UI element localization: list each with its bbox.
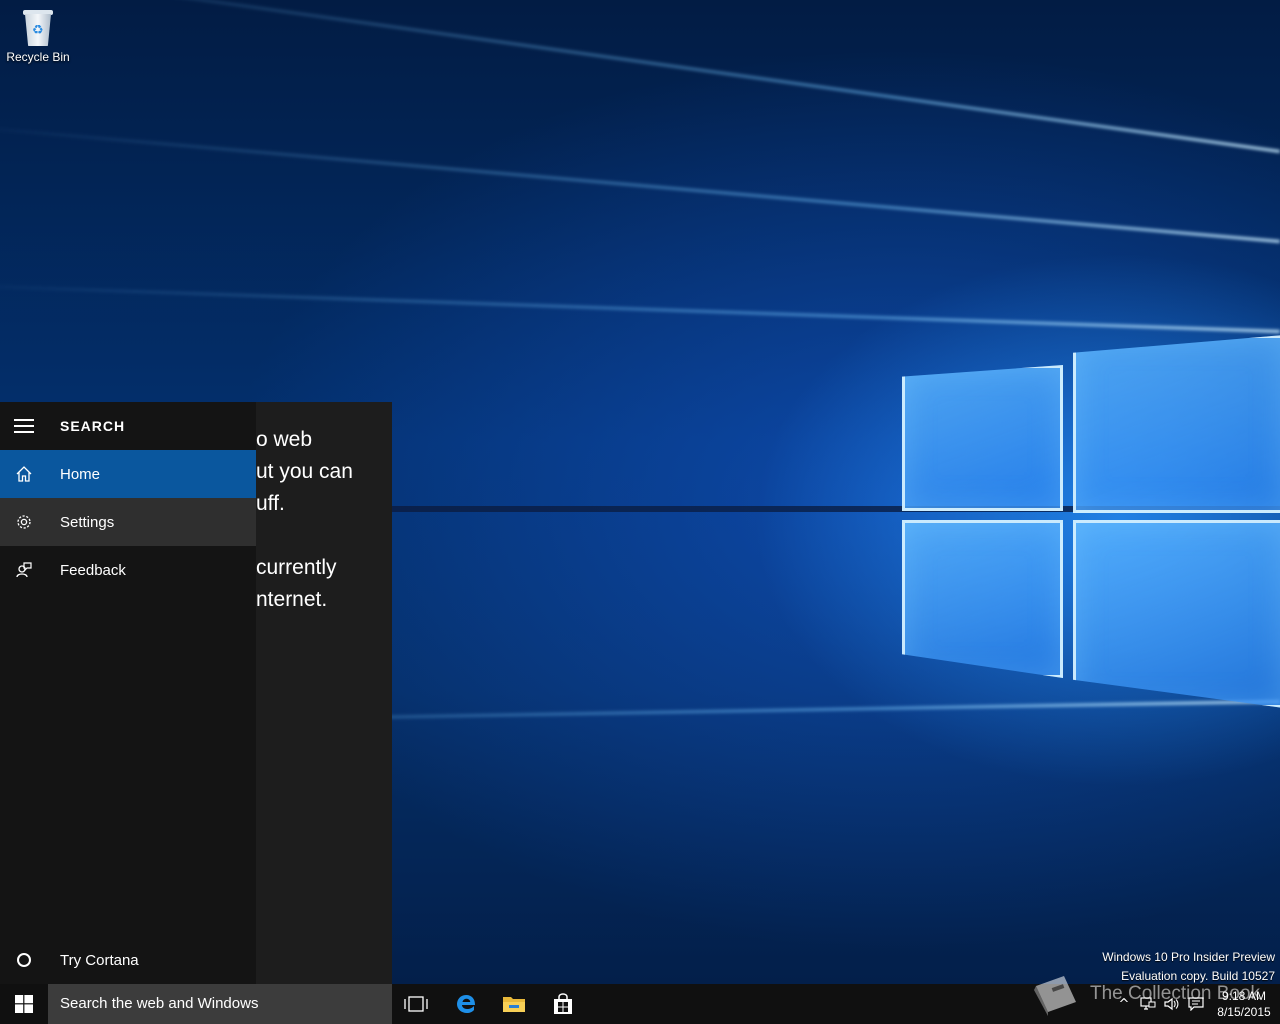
recycle-bin-shortcut[interactable]: ♻ Recycle Bin [4, 6, 72, 64]
message-line: currently [256, 556, 337, 579]
store-icon [554, 993, 572, 1014]
volume-button[interactable] [1160, 984, 1184, 1024]
hamburger-icon [14, 425, 34, 427]
chevron-up-icon: ^ [1118, 996, 1130, 1012]
try-cortana-button[interactable]: Try Cortana [0, 936, 256, 984]
nav-item-label: Feedback [60, 561, 126, 579]
notification-icon [1188, 997, 1204, 1011]
file-explorer-button[interactable] [490, 984, 538, 1024]
search-header: SEARCH [0, 402, 256, 450]
taskbar-clock[interactable]: 9:18 AM 8/15/2015 [1208, 988, 1280, 1020]
hamburger-menu-button[interactable] [0, 402, 48, 450]
recycle-bin-label: Recycle Bin [6, 50, 70, 64]
watermark-edition: Windows 10 Pro Insider Preview [1102, 950, 1275, 964]
message-line: nternet. [256, 588, 328, 611]
wallpaper-beam [0, 283, 1280, 333]
taskbar: Search the web and Windows ^ 9:18 AM 8/1… [0, 984, 1280, 1024]
task-view-button[interactable] [392, 984, 440, 1024]
windows-logo-icon [15, 995, 33, 1013]
task-view-icon [404, 996, 428, 1012]
speaker-icon [1164, 997, 1179, 1011]
clock-date: 8/15/2015 [1217, 1005, 1271, 1019]
wallpaper-beam [0, 0, 1280, 153]
offline-message: o web ut you can uff. currently nternet. [256, 424, 392, 648]
cortana-circle-icon [0, 951, 48, 969]
gear-icon [0, 513, 48, 531]
wallpaper-logo-pane [902, 520, 1063, 678]
clock-time: 9:18 AM [1221, 989, 1267, 1003]
network-button[interactable] [1136, 984, 1160, 1024]
system-tray: ^ 9:18 AM 8/15/2015 [1112, 984, 1280, 1024]
taskbar-search-input[interactable]: Search the web and Windows [48, 984, 392, 1024]
show-hidden-icons-button[interactable]: ^ [1112, 984, 1136, 1024]
home-icon [0, 465, 48, 483]
message-line: o web [256, 428, 313, 451]
wallpaper-logo-pane [1073, 335, 1280, 513]
nav-item-feedback[interactable]: Feedback [0, 546, 256, 594]
message-line: uff. [256, 492, 285, 515]
nav-item-home[interactable]: Home [0, 450, 256, 498]
edge-icon [457, 995, 475, 1013]
wallpaper-beam [0, 123, 1280, 243]
message-line: ut you can [256, 460, 353, 483]
watermark-build: Evaluation copy. Build 10527 [1121, 969, 1275, 983]
search-nav-pane: SEARCH Home Settings Feedback Try Cortan… [0, 402, 256, 984]
edge-button[interactable] [442, 984, 490, 1024]
network-icon [1140, 997, 1156, 1010]
wallpaper-logo-pane [902, 365, 1063, 511]
try-cortana-label: Try Cortana [60, 951, 139, 969]
action-center-button[interactable] [1184, 984, 1208, 1024]
build-watermark: Windows 10 Pro Insider Preview Evaluatio… [1102, 948, 1275, 984]
nav-item-label: Home [60, 465, 101, 483]
nav-item-label: Settings [60, 513, 115, 531]
start-button[interactable] [0, 984, 48, 1024]
store-button[interactable] [539, 984, 587, 1024]
recycle-bin-icon: ♻ [21, 6, 55, 46]
search-flyout: o web ut you can uff. currently nternet.… [0, 402, 392, 984]
wallpaper-logo-pane [1073, 520, 1280, 708]
file-explorer-icon [503, 997, 525, 1012]
feedback-icon [0, 561, 48, 579]
nav-item-settings[interactable]: Settings [0, 498, 256, 546]
search-title: SEARCH [60, 418, 126, 434]
